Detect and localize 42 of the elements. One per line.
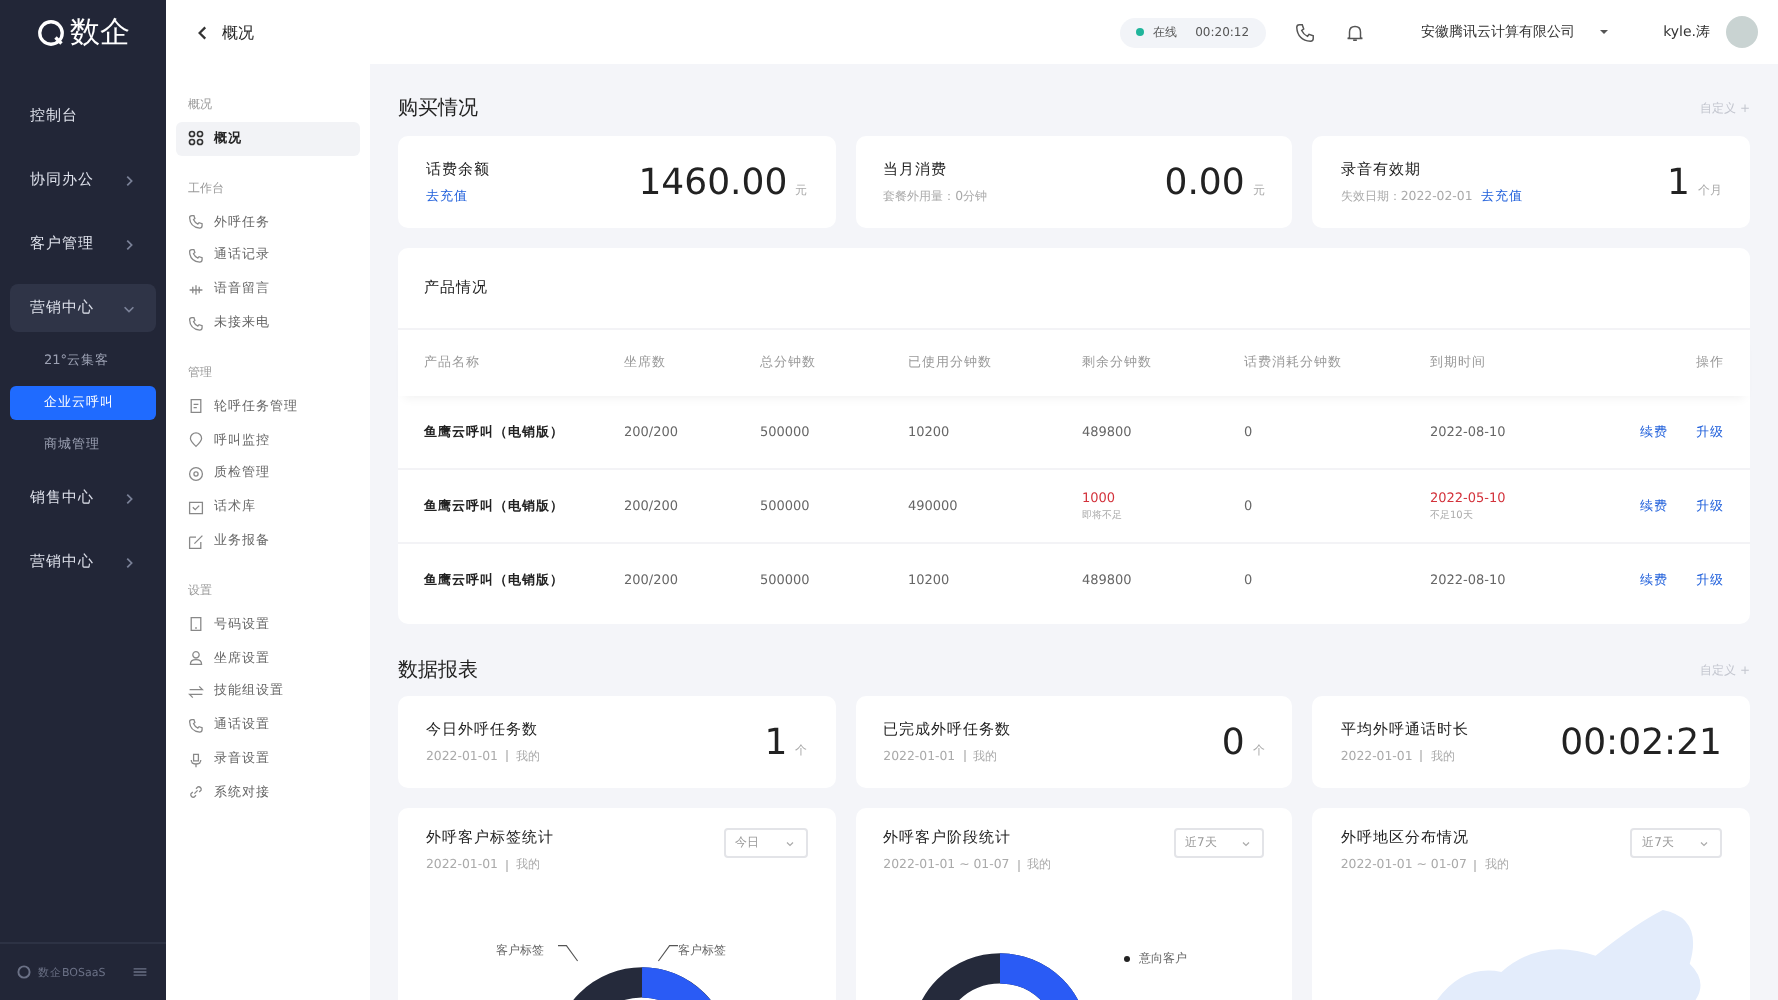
phone-icon bbox=[188, 214, 204, 231]
online-dot-icon bbox=[1135, 28, 1144, 36]
phone-icon bbox=[188, 247, 204, 264]
chevron-icon bbox=[122, 173, 136, 187]
stat-value: 0 bbox=[1221, 721, 1245, 763]
section-title: 购买情况 bbox=[398, 95, 478, 122]
document-icon bbox=[188, 398, 204, 415]
brand-name: 数企 bbox=[70, 13, 130, 51]
phone-icon bbox=[188, 717, 204, 734]
chevron-down-icon bbox=[1698, 837, 1710, 849]
bell-icon[interactable] bbox=[1343, 21, 1366, 43]
grid-icon bbox=[188, 130, 204, 147]
swap-icon bbox=[188, 683, 204, 700]
person-icon bbox=[188, 650, 204, 667]
link-icon bbox=[188, 784, 204, 801]
logo-icon bbox=[16, 964, 32, 980]
chevron-down-icon bbox=[1240, 837, 1253, 849]
tablet-icon bbox=[188, 616, 204, 633]
page-title: 概况 bbox=[222, 21, 254, 43]
back-icon[interactable] bbox=[194, 23, 212, 41]
chevron-icon bbox=[122, 237, 136, 251]
chevron-icon bbox=[122, 491, 136, 505]
phone-icon[interactable] bbox=[1293, 21, 1316, 43]
chevron-icon bbox=[122, 555, 136, 569]
section-title: 数据报表 bbox=[398, 657, 478, 684]
caret-icon bbox=[1599, 30, 1608, 34]
chat-box-icon bbox=[188, 499, 204, 516]
location-pin-icon bbox=[188, 432, 204, 449]
logo-icon bbox=[36, 17, 66, 47]
target-icon bbox=[188, 465, 204, 482]
stat-value: 1 bbox=[764, 721, 788, 763]
waveform-icon bbox=[188, 281, 204, 298]
stat-value: 0.00 bbox=[1164, 161, 1245, 203]
legend-dot-icon bbox=[1123, 956, 1130, 962]
microphone-icon bbox=[188, 751, 204, 768]
edit-icon bbox=[188, 533, 204, 550]
chevron-icon bbox=[122, 301, 136, 315]
stat-value: 1460.00 bbox=[638, 161, 788, 203]
stat-value: 00:02:21 bbox=[1560, 721, 1722, 763]
chevron-down-icon bbox=[783, 837, 796, 849]
phone-icon bbox=[188, 315, 204, 332]
stat-value: 1 bbox=[1667, 161, 1690, 203]
